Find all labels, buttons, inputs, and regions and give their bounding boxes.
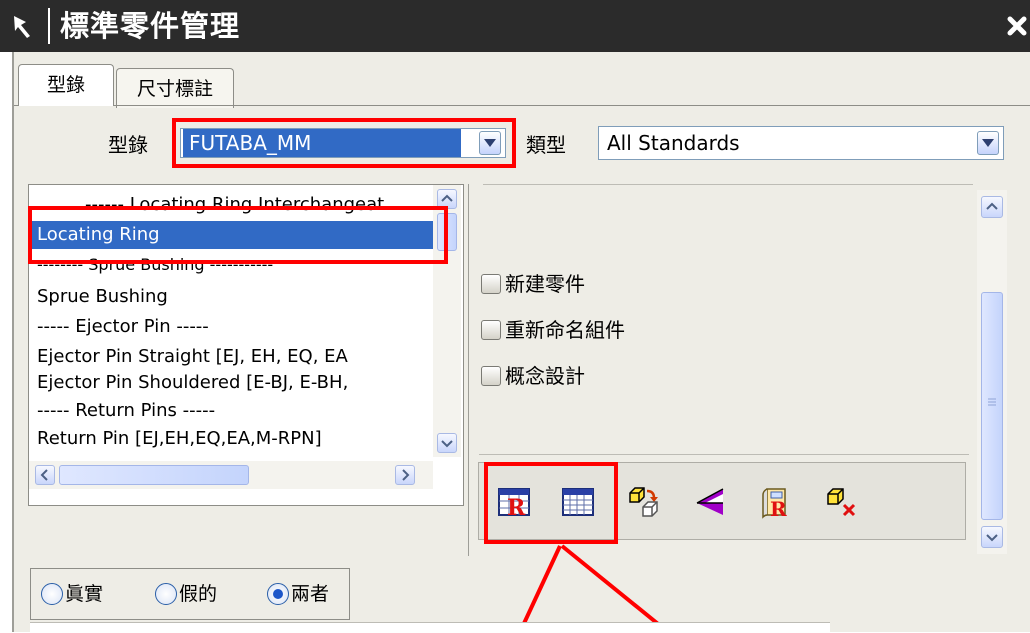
fake-radio[interactable] [155,583,177,605]
tab-catalog[interactable]: 型錄 [18,64,114,106]
both-radio[interactable] [267,583,289,605]
real-radio[interactable] [41,583,63,605]
callout-lines [518,544,670,632]
fake-label: 假的 [179,583,218,605]
both-label: 兩者 [291,583,330,605]
real-label: 眞實 [65,583,104,605]
filter-radio-group: 眞實 假的 兩者 [30,568,350,620]
bottom-panel [30,622,830,633]
